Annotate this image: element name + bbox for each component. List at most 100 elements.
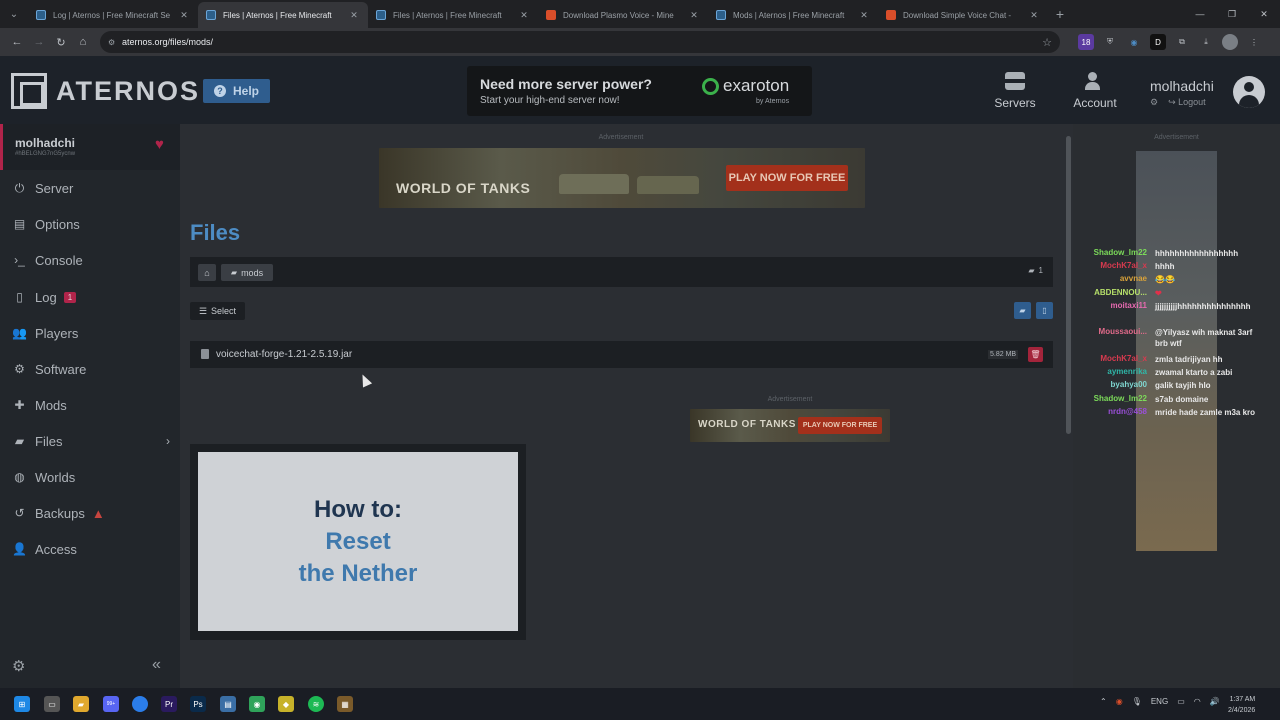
wifi-icon[interactable]: ◠ [1194, 697, 1201, 706]
select-button[interactable]: ☰ Select [190, 302, 245, 320]
account-nav[interactable]: Account [1060, 72, 1130, 110]
new-folder-button[interactable]: ▰ [1014, 302, 1031, 319]
scrollbar-thumb[interactable] [1066, 136, 1071, 434]
tab-close-icon[interactable]: ✕ [178, 10, 190, 21]
help-button[interactable]: ? Help [203, 79, 270, 103]
browser-menu-icon[interactable]: ⋮ [1246, 34, 1262, 50]
screen-icon[interactable]: ▭ [1177, 697, 1185, 706]
sidebar-item-players[interactable]: 👥 Players [0, 315, 180, 351]
site-info-icon[interactable]: ⚙ [108, 38, 122, 47]
sidebar-item-options[interactable]: ▤ Options [0, 206, 180, 242]
chevron-right-icon: › [166, 434, 170, 448]
puzzle-extensions-icon[interactable]: ⧉ [1174, 34, 1190, 50]
sidebar-item-backups[interactable]: ↺ Backups ▲ [0, 495, 180, 531]
back-arrow-icon[interactable]: ← [6, 31, 28, 53]
new-tab-button[interactable]: + [1048, 6, 1072, 22]
chrome-icon[interactable] [132, 696, 148, 712]
whatsapp-icon[interactable]: ◉ [249, 696, 265, 712]
clock[interactable]: 1:37 AM 2/4/2026 [1228, 694, 1255, 716]
chat-user: Shadow_Im22 [1093, 248, 1147, 257]
servers-nav[interactable]: Servers [980, 72, 1050, 110]
discord-icon[interactable]: 99+ [103, 696, 119, 712]
tab-close-icon[interactable]: ✕ [688, 10, 700, 21]
new-file-button[interactable]: ▯ [1036, 302, 1053, 319]
browser-tab[interactable]: Files | Aternos | Free Minecraft ✕ [368, 2, 538, 28]
d-extension-icon[interactable]: D [1150, 34, 1166, 50]
profile-avatar-icon[interactable] [1222, 34, 1238, 50]
tab-close-icon[interactable]: ✕ [348, 10, 360, 21]
video-ad-player[interactable]: How to: Reset the Nether [190, 444, 526, 640]
video-thumbnail[interactable]: How to: Reset the Nether [198, 452, 518, 631]
heart-icon[interactable]: ♥ [155, 136, 164, 153]
delete-file-button[interactable]: 🗑 [1028, 347, 1043, 362]
software-icon: ⚙ [14, 362, 25, 376]
premiere-pro-icon[interactable]: Pr [161, 696, 177, 712]
browser-tab[interactable]: Download Plasmo Voice - Mine ✕ [538, 2, 708, 28]
bookmark-star-icon[interactable]: ☆ [1042, 36, 1052, 49]
sidebar-item-mods[interactable]: ✚ Mods [0, 387, 180, 423]
tab-close-icon[interactable]: ✕ [518, 10, 530, 21]
world-of-tanks-ad-banner[interactable]: WORLD OF TANKS PLAY NOW FOR FREE [379, 148, 865, 208]
photoshop-icon[interactable]: Ps [190, 696, 206, 712]
vpn-extension-icon[interactable]: ◉ [1126, 34, 1142, 50]
skyscraper-ad[interactable] [1136, 151, 1217, 551]
start-button-icon[interactable]: ⊞ [14, 696, 30, 712]
notepad-icon[interactable]: ▤ [220, 696, 236, 712]
warning-icon: ▲ [91, 505, 105, 521]
spotify-icon[interactable]: ≋ [308, 696, 324, 712]
app-icon[interactable]: ◆ [278, 696, 294, 712]
shield-extension-icon[interactable]: ⛨ [1102, 34, 1118, 50]
tray-app-icon[interactable]: ◉ [1116, 697, 1123, 706]
world-of-tanks-small-ad[interactable]: WORLD OF TANKS PLAY NOW FOR FREE [690, 409, 890, 442]
microphone-icon[interactable]: 🎙 [1132, 697, 1142, 706]
task-view-icon[interactable]: ▭ [44, 696, 60, 712]
user-avatar[interactable] [1233, 76, 1265, 108]
sidebar-item-files[interactable]: ▰ Files › [0, 423, 180, 459]
file-name[interactable]: voicechat-forge-1.21-2.5.19.jar [216, 349, 352, 360]
browser-tab-active[interactable]: Files | Aternos | Free Minecraft ✕ [198, 2, 368, 28]
tab-close-icon[interactable]: ✕ [1028, 10, 1040, 21]
exaroton-promo-banner[interactable]: Need more server power? Start your high-… [467, 66, 812, 116]
url-input[interactable]: ⚙ aternos.org/files/mods/ ☆ [100, 31, 1060, 53]
maximize-icon[interactable]: ❐ [1216, 0, 1248, 28]
forward-arrow-icon[interactable]: → [28, 31, 50, 53]
download-icon[interactable]: ⤓ [1198, 34, 1214, 50]
collapse-sidebar-icon[interactable]: « [152, 656, 161, 674]
language-indicator[interactable]: ENG [1151, 697, 1168, 706]
table-row[interactable]: voicechat-forge-1.21-2.5.19.jar 5.82 MB … [190, 341, 1053, 368]
play-now-button[interactable]: PLAY NOW FOR FREE [726, 165, 848, 191]
sidebar-item-software[interactable]: ⚙ Software [0, 351, 180, 387]
settings-gear-icon[interactable]: ⚙ [12, 657, 25, 675]
home-icon[interactable]: ⌂ [72, 31, 94, 53]
sidebar-item-console[interactable]: ›_ Console [0, 242, 180, 278]
minimize-icon[interactable]: — [1184, 0, 1216, 28]
window-close-icon[interactable]: ✕ [1248, 0, 1280, 28]
tab-search-icon[interactable]: ⌄ [0, 0, 28, 28]
home-folder-button[interactable]: ⌂ [198, 264, 216, 281]
file-explorer-icon[interactable]: ▰ [73, 696, 89, 712]
chat-message: aymenrika zwamal ktarto a zabi [1073, 367, 1257, 378]
worlds-icon: ◍ [14, 470, 25, 484]
breadcrumb-folder-button[interactable]: ▰ mods [221, 264, 273, 281]
sidebar-item-access[interactable]: 👤 Access [0, 531, 180, 567]
browser-tab[interactable]: Download Simple Voice Chat - ✕ [878, 2, 1048, 28]
settings-gear-icon[interactable]: ⚙ [1150, 97, 1158, 108]
volume-icon[interactable]: 🔊 [1210, 697, 1220, 706]
sidebar-item-log[interactable]: ▯ Log 1 [0, 279, 180, 315]
tray-chevron-icon[interactable]: ⌃ [1100, 697, 1107, 706]
browser-tab[interactable]: Log | Aternos | Free Minecraft Se ✕ [28, 2, 198, 28]
breadcrumb-folder-label: mods [241, 267, 264, 278]
page-scrollbar[interactable] [1065, 124, 1073, 688]
play-now-button[interactable]: PLAY NOW FOR FREE [798, 417, 882, 434]
reload-icon[interactable]: ↻ [50, 31, 72, 53]
sidebar-item-worlds[interactable]: ◍ Worlds [0, 459, 180, 495]
browser-tab[interactable]: Mods | Aternos | Free Minecraft ✕ [708, 2, 878, 28]
server-card[interactable]: molhadchi #hBELGNG7nG5ycnw ♥ [0, 124, 180, 170]
minecraft-icon[interactable]: ▦ [337, 696, 353, 712]
clock-time: 1:37 AM [1229, 696, 1256, 703]
aternos-logo[interactable]: ATERNOS [11, 73, 200, 109]
sidebar-item-server[interactable]: ⏻ Server [0, 170, 180, 206]
tab-close-icon[interactable]: ✕ [858, 10, 870, 21]
extension-badge-icon[interactable]: 18 [1078, 34, 1094, 50]
logout-link[interactable]: ↪ Logout [1168, 97, 1206, 108]
